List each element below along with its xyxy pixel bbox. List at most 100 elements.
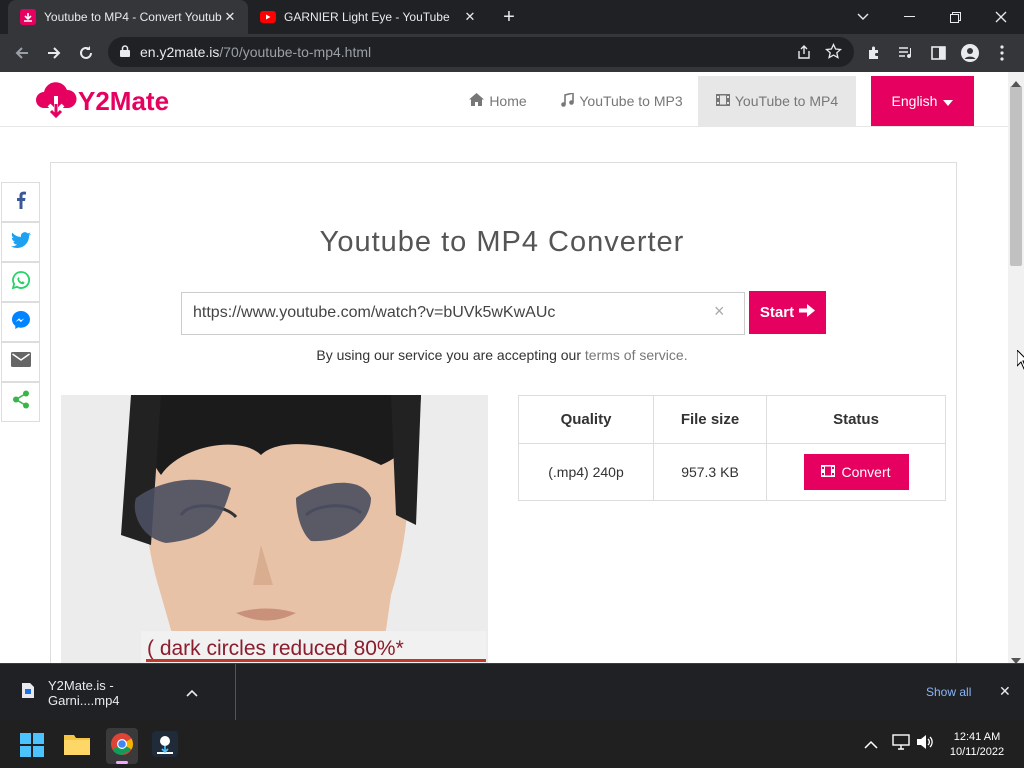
profile-avatar-icon[interactable] bbox=[958, 41, 982, 65]
start-label: Start bbox=[759, 304, 795, 321]
result-table: Quality File size Status (.mp4) 240p 957… bbox=[518, 395, 946, 501]
video-thumbnail: ( dark circles reduced 80%* bbox=[61, 395, 488, 663]
messenger-share-button[interactable] bbox=[1, 302, 40, 342]
messenger-icon bbox=[11, 310, 30, 334]
col-status: Status bbox=[766, 395, 946, 444]
y2mate-logo-icon[interactable] bbox=[34, 82, 78, 125]
tab-search-icon[interactable] bbox=[840, 0, 886, 34]
tab-strip: Youtube to MP4 - Convert Youtube ✕ GARNI… bbox=[0, 0, 1024, 34]
scroll-up-icon[interactable] bbox=[1011, 74, 1021, 92]
url-domain: en.y2mate.is bbox=[140, 44, 220, 60]
table-row: (.mp4) 240p 957.3 KB Convert bbox=[518, 443, 946, 501]
more-share-button[interactable] bbox=[1, 382, 40, 422]
nav-youtube-to-mp3[interactable]: YouTube to MP3 bbox=[546, 76, 698, 126]
chrome-icon bbox=[111, 733, 133, 755]
url-input-value: https://www.youtube.com/watch?v=bUVk5wKw… bbox=[193, 304, 556, 321]
bookmark-star-icon[interactable] bbox=[824, 42, 843, 63]
download-item[interactable]: Y2Mate.is - Garni....mp4 bbox=[0, 664, 236, 721]
reload-button[interactable] bbox=[74, 41, 98, 65]
music-icon bbox=[561, 91, 575, 110]
thumbnail-caption: ( dark circles reduced 80%* bbox=[147, 637, 404, 660]
tab-youtube[interactable]: GARNIER Light Eye - YouTube ✕ bbox=[248, 0, 488, 34]
status-cell: Convert bbox=[766, 443, 946, 501]
scrollbar-thumb[interactable] bbox=[1010, 86, 1022, 266]
start-button[interactable]: Start bbox=[749, 291, 826, 334]
volume-icon[interactable] bbox=[916, 734, 934, 755]
app-icon[interactable] bbox=[152, 731, 178, 762]
clock-time: 12:41 AM bbox=[953, 731, 1001, 743]
address-bar[interactable]: en.y2mate.is/70/youtube-to-mp4.html bbox=[108, 37, 854, 67]
col-file-size: File size bbox=[653, 395, 767, 444]
download-filename: Y2Mate.is - Garni....mp4 bbox=[48, 677, 120, 708]
language-label: English bbox=[891, 93, 938, 109]
close-downloads-button[interactable]: ✕ bbox=[999, 683, 1011, 700]
nav-mp4-label: YouTube to MP4 bbox=[734, 93, 839, 109]
result-header-row: Quality File size Status bbox=[518, 395, 946, 444]
share-icon bbox=[12, 390, 30, 414]
tab-title: Youtube to MP4 - Convert Youtube bbox=[44, 10, 222, 24]
clock-date: 10/11/2022 bbox=[949, 746, 1005, 758]
nav-home-label: Home bbox=[489, 93, 527, 109]
back-button[interactable] bbox=[10, 41, 34, 65]
film-icon bbox=[821, 464, 836, 480]
arrow-right-icon bbox=[799, 304, 816, 321]
chrome-taskbar-item[interactable] bbox=[106, 728, 138, 764]
mouse-cursor-icon bbox=[1016, 348, 1024, 375]
close-window-button[interactable] bbox=[978, 0, 1024, 34]
convert-label: Convert bbox=[841, 464, 891, 480]
page-title: Youtube to MP4 Converter bbox=[319, 226, 685, 258]
downloads-bar: Y2Mate.is - Garni....mp4 Show all ✕ bbox=[0, 663, 1024, 721]
video-thumbnail-illustration: ( dark circles reduced 80%* bbox=[61, 395, 488, 663]
terms-link[interactable]: terms of service. bbox=[585, 347, 688, 363]
url-path: /70/youtube-to-mp4.html bbox=[219, 44, 372, 60]
tab-close-button[interactable]: ✕ bbox=[222, 9, 238, 25]
menu-kebab-icon[interactable] bbox=[990, 41, 1014, 65]
language-dropdown[interactable]: English bbox=[871, 76, 974, 126]
media-control-icon[interactable] bbox=[894, 41, 918, 65]
show-all-link[interactable]: Show all bbox=[926, 685, 971, 699]
windows-taskbar: 12:41 AM 10/11/2022 bbox=[0, 720, 1024, 768]
tab-title: GARNIER Light Eye - YouTube bbox=[284, 10, 450, 24]
windows-start-icon[interactable] bbox=[20, 733, 44, 762]
film-icon bbox=[715, 93, 730, 109]
tab-y2mate[interactable]: Youtube to MP4 - Convert Youtube ✕ bbox=[8, 0, 248, 34]
whatsapp-icon bbox=[11, 270, 30, 294]
caret-down-icon bbox=[943, 93, 954, 109]
size-cell: 957.3 KB bbox=[653, 443, 767, 501]
home-icon bbox=[469, 93, 485, 109]
nav-mp3-label: YouTube to MP3 bbox=[579, 93, 683, 109]
browser-toolbar: en.y2mate.is/70/youtube-to-mp4.html bbox=[0, 34, 1024, 72]
convert-button[interactable]: Convert bbox=[803, 454, 909, 490]
lock-icon[interactable] bbox=[120, 44, 130, 60]
youtube-icon bbox=[260, 9, 276, 25]
terms-notice: By using our service you are accepting o… bbox=[0, 347, 1004, 363]
new-tab-button[interactable]: + bbox=[500, 4, 518, 30]
nav-home[interactable]: Home bbox=[455, 76, 541, 126]
file-icon bbox=[22, 682, 34, 703]
y2mate-download-icon bbox=[20, 9, 36, 25]
tab-close-button[interactable]: ✕ bbox=[462, 9, 478, 25]
clear-input-button[interactable]: × bbox=[714, 301, 725, 322]
nav-youtube-to-mp4[interactable]: YouTube to MP4 bbox=[698, 76, 856, 126]
site-logo-text[interactable]: Y2Mate bbox=[78, 86, 169, 117]
facebook-icon bbox=[16, 191, 26, 214]
video-url-input[interactable]: https://www.youtube.com/watch?v=bUVk5wKw… bbox=[181, 292, 745, 335]
facebook-share-button[interactable] bbox=[1, 182, 40, 222]
forward-button[interactable] bbox=[42, 41, 66, 65]
terms-text: By using our service you are accepting o… bbox=[316, 347, 581, 363]
restore-button[interactable] bbox=[932, 0, 978, 34]
minimize-button[interactable] bbox=[886, 0, 932, 34]
side-panel-icon[interactable] bbox=[926, 41, 950, 65]
chevron-up-tray-icon[interactable] bbox=[864, 736, 878, 754]
file-explorer-icon[interactable] bbox=[64, 733, 90, 760]
network-icon[interactable] bbox=[892, 734, 910, 755]
whatsapp-share-button[interactable] bbox=[1, 262, 40, 302]
system-clock[interactable]: 12:41 AM 10/11/2022 bbox=[940, 730, 1014, 760]
extensions-icon[interactable] bbox=[862, 41, 886, 65]
col-quality: Quality bbox=[518, 395, 654, 444]
chevron-up-icon[interactable] bbox=[186, 684, 198, 702]
share-page-icon[interactable] bbox=[796, 44, 812, 63]
site-header: Y2Mate Home YouTube to MP3 YouTube to MP… bbox=[0, 72, 1008, 127]
quality-cell: (.mp4) 240p bbox=[518, 443, 654, 501]
web-page: Y2Mate Home YouTube to MP3 YouTube to MP… bbox=[0, 72, 1008, 663]
